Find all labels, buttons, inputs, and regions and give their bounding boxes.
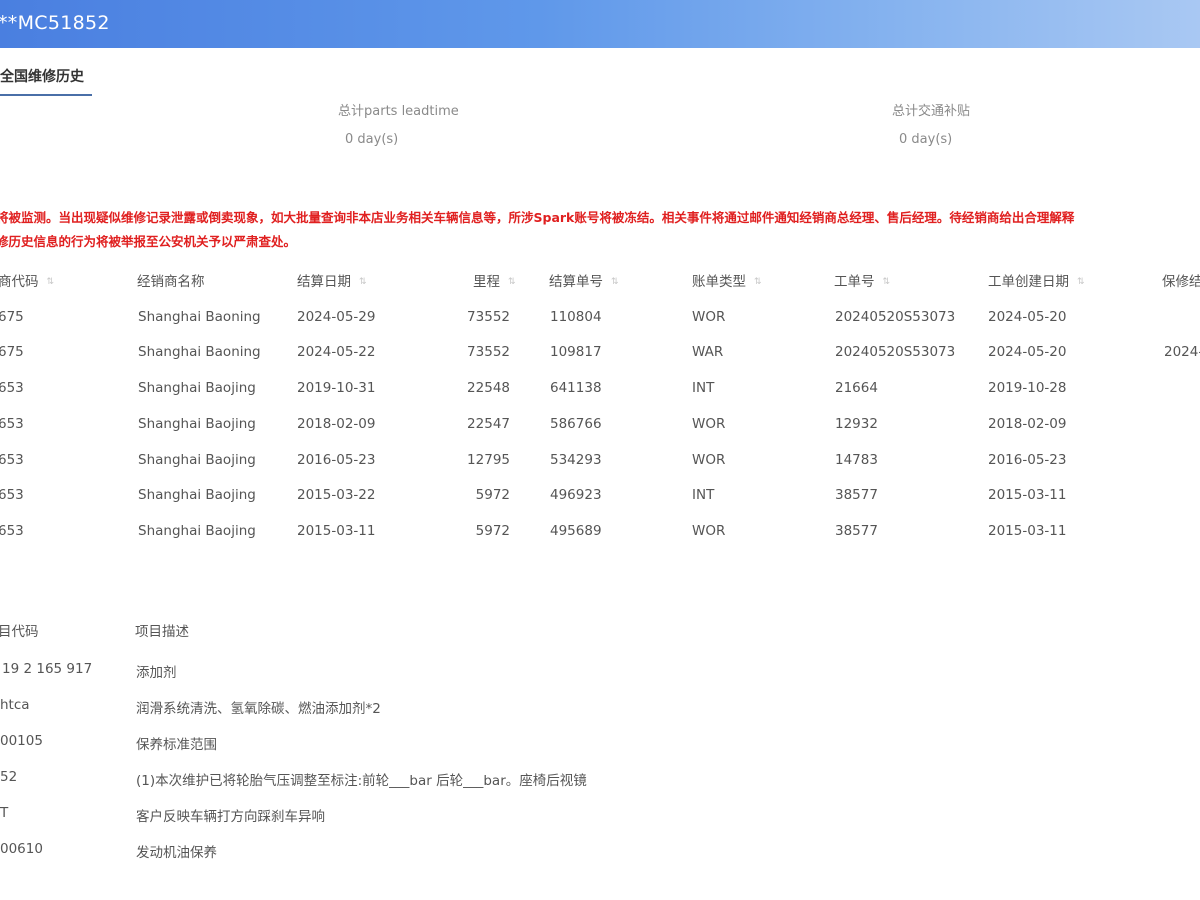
cell-work-order-created: 2015-03-11 <box>988 487 1067 503</box>
cell-dealer-code: 653 <box>0 452 24 468</box>
cell-dealer-code: 653 <box>0 487 24 503</box>
cell-mileage: 5972 <box>475 523 510 539</box>
cell-dealer-name: Shanghai Baojing <box>138 416 256 432</box>
cell-mileage: 5972 <box>475 487 510 503</box>
cell-settlement-date: 2015-03-11 <box>297 523 376 539</box>
cell-work-order-no: 21664 <box>835 380 878 396</box>
item-code: T <box>0 805 9 821</box>
item-code: 00610 <box>0 841 43 857</box>
column-header-work-order-no[interactable]: 工单号 ⇅ <box>834 270 890 290</box>
cell-settlement-date: 2018-02-09 <box>297 416 376 432</box>
cell-dealer-code: 653 <box>0 523 24 539</box>
cell-settlement-date: 2015-03-22 <box>297 487 376 503</box>
item-code: 00105 <box>0 733 43 749</box>
cell-bill-type: WAR <box>692 344 724 360</box>
cell-bill-type: INT <box>692 380 715 396</box>
column-header-item-code: 目代码 <box>0 624 39 640</box>
cell-work-order-no: 14783 <box>835 452 878 468</box>
column-header-settlement-date[interactable]: 结算日期 ⇅ <box>297 270 367 290</box>
monitoring-warning: 将被监测。当出现疑似维修记录泄露或倒卖现象，如大批量查询非本店业务相关车辆信息等… <box>0 206 1200 254</box>
column-header-bill-type[interactable]: 账单类型 ⇅ <box>692 270 762 290</box>
item-code: 19 2 165 917 <box>2 661 93 677</box>
sort-icon[interactable]: ⇅ <box>508 277 516 287</box>
item-code: 52 <box>0 769 18 785</box>
sort-icon[interactable]: ⇅ <box>754 277 762 287</box>
sort-icon[interactable]: ⇅ <box>883 277 891 287</box>
column-header-mileage[interactable]: 里程 ⇅ <box>473 270 516 290</box>
cell-mileage: 22547 <box>467 416 510 432</box>
sort-icon[interactable]: ⇅ <box>611 277 619 287</box>
cell-dealer-code: 675 <box>0 344 24 360</box>
cell-work-order-no: 20240520S53073 <box>835 309 956 325</box>
cell-settlement-no: 495689 <box>550 523 602 539</box>
stat-traffic-subsidy-value: 0 day(s) <box>899 132 953 147</box>
cell-bill-type: WOR <box>692 416 726 432</box>
cell-mileage: 12795 <box>467 452 510 468</box>
item-description: 客户反映车辆打方向踩刹车异响 <box>136 809 325 825</box>
cell-work-order-no: 38577 <box>835 487 878 503</box>
cell-settlement-date: 2019-10-31 <box>297 380 376 396</box>
cell-work-order-created: 2019-10-28 <box>988 380 1067 396</box>
cell-dealer-name: Shanghai Baojing <box>138 523 256 539</box>
sort-icon[interactable]: ⇅ <box>47 277 55 287</box>
column-header-item-description: 项目描述 <box>135 624 189 640</box>
stat-parts-leadtime-value: 0 day(s) <box>345 132 399 147</box>
cell-bill-type: WOR <box>692 523 726 539</box>
sort-icon[interactable]: ⇅ <box>359 277 367 287</box>
column-header-settlement-no[interactable]: 结算单号 ⇅ <box>549 270 619 290</box>
item-code: htca <box>0 697 30 713</box>
cell-settlement-no: 641138 <box>550 380 602 396</box>
cell-settlement-date: 2024-05-22 <box>297 344 376 360</box>
cell-settlement-no: 110804 <box>550 309 602 325</box>
tab-national-repair-history[interactable]: 全国维修历史 <box>0 66 92 96</box>
cell-work-order-created: 2016-05-23 <box>988 452 1067 468</box>
cell-dealer-code: 653 <box>0 416 24 432</box>
cell-settlement-no: 534293 <box>550 452 602 468</box>
cell-mileage: 22548 <box>467 380 510 396</box>
sort-icon[interactable]: ⇅ <box>1077 277 1085 287</box>
cell-work-order-created: 2024-05-20 <box>988 344 1067 360</box>
cell-settlement-no: 109817 <box>550 344 602 360</box>
item-description: (1)本次维护已将轮胎气压调整至标注:前轮___bar 后轮___bar。座椅后… <box>136 773 587 789</box>
warning-line-2: 修历史信息的行为将被举报至公安机关予以严肃查处。 <box>0 234 297 249</box>
app-header: **MC51852 <box>0 0 1200 48</box>
cell-work-order-no: 12932 <box>835 416 878 432</box>
cell-dealer-name: Shanghai Baojing <box>138 487 256 503</box>
stat-parts-leadtime-label: 总计parts leadtime <box>338 104 459 119</box>
cell-settlement-date: 2016-05-23 <box>297 452 376 468</box>
cell-warranty: 2024- <box>1164 344 1200 360</box>
column-header-dealer-code[interactable]: 商代码 ⇅ <box>0 270 54 290</box>
column-header-warranty: 保修结 <box>1162 274 1200 290</box>
cell-bill-type: INT <box>692 487 715 503</box>
cell-dealer-name: Shanghai Baoning <box>138 344 261 360</box>
stat-traffic-subsidy-label: 总计交通补贴 <box>892 104 971 119</box>
cell-dealer-code: 675 <box>0 309 24 325</box>
item-description: 发动机油保养 <box>136 845 217 861</box>
cell-dealer-code: 653 <box>0 380 24 396</box>
cell-work-order-created: 2015-03-11 <box>988 523 1067 539</box>
cell-settlement-date: 2024-05-29 <box>297 309 376 325</box>
cell-work-order-no: 20240520S53073 <box>835 344 956 360</box>
warning-line-1: 将被监测。当出现疑似维修记录泄露或倒卖现象，如大批量查询非本店业务相关车辆信息等… <box>0 210 1075 225</box>
cell-bill-type: WOR <box>692 452 726 468</box>
column-header-dealer-name: 经销商名称 <box>137 274 205 290</box>
cell-dealer-name: Shanghai Baoning <box>138 309 261 325</box>
item-description: 添加剂 <box>136 665 177 681</box>
cell-settlement-no: 496923 <box>550 487 602 503</box>
vehicle-vin-title: **MC51852 <box>0 12 110 34</box>
cell-settlement-no: 586766 <box>550 416 602 432</box>
cell-mileage: 73552 <box>467 309 510 325</box>
cell-dealer-name: Shanghai Baojing <box>138 380 256 396</box>
column-header-work-order-created[interactable]: 工单创建日期 ⇅ <box>988 270 1085 290</box>
cell-mileage: 73552 <box>467 344 510 360</box>
cell-work-order-no: 38577 <box>835 523 878 539</box>
item-description: 保养标准范围 <box>136 737 217 753</box>
cell-work-order-created: 2018-02-09 <box>988 416 1067 432</box>
item-description: 润滑系统清洗、氢氧除碳、燃油添加剂*2 <box>136 701 381 717</box>
cell-work-order-created: 2024-05-20 <box>988 309 1067 325</box>
cell-bill-type: WOR <box>692 309 726 325</box>
cell-dealer-name: Shanghai Baojing <box>138 452 256 468</box>
